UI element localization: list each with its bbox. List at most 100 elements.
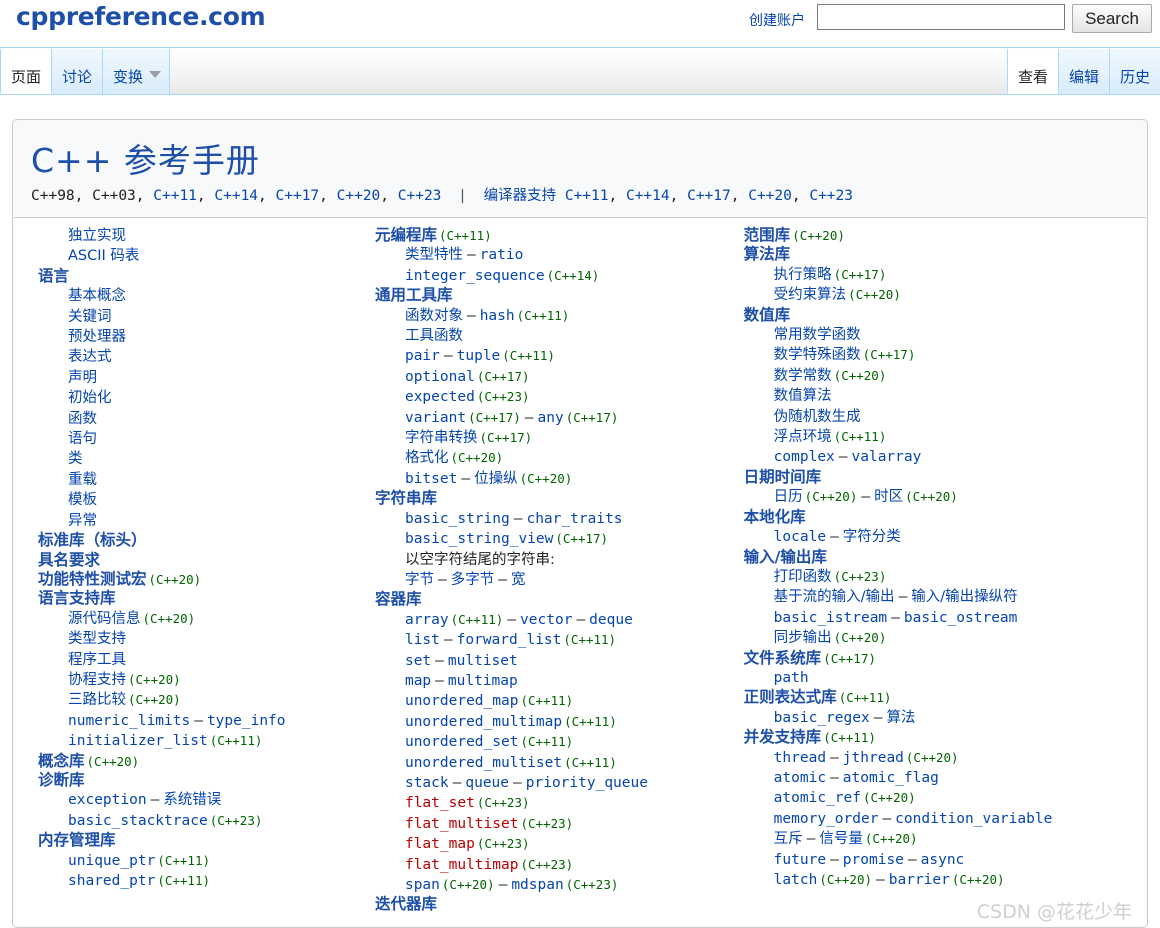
nav-link[interactable]: future bbox=[774, 852, 826, 868]
nav-link[interactable]: 字节 bbox=[405, 572, 434, 588]
nav-link[interactable]: atomic bbox=[774, 770, 826, 786]
tab-variants[interactable]: 变换 bbox=[102, 49, 171, 94]
nav-link[interactable]: ASCII 码表 bbox=[68, 248, 139, 264]
search-button[interactable]: Search bbox=[1072, 4, 1152, 33]
nav-link[interactable]: priority_queue bbox=[526, 775, 648, 791]
nav-link[interactable]: 初始化 bbox=[68, 390, 112, 406]
standard-Cpp20[interactable]: C++20 bbox=[337, 188, 381, 204]
nav-link[interactable]: expected bbox=[405, 389, 475, 405]
nav-link[interactable]: atomic_ref bbox=[774, 790, 861, 806]
nav-link[interactable]: flat_multiset bbox=[405, 816, 519, 832]
nav-link[interactable]: unordered_set bbox=[405, 734, 519, 750]
nav-link[interactable]: 基本概念 bbox=[68, 288, 126, 304]
nav-link[interactable]: 时区 bbox=[874, 489, 903, 505]
nav-link[interactable]: 表达式 bbox=[68, 349, 112, 365]
nav-link[interactable]: multiset bbox=[448, 653, 518, 669]
nav-link[interactable]: 互斥 bbox=[774, 831, 803, 847]
nav-link[interactable]: mdspan bbox=[511, 877, 563, 893]
nav-link[interactable]: span bbox=[405, 877, 440, 893]
nav-link[interactable]: deque bbox=[589, 612, 633, 628]
nav-link[interactable]: async bbox=[921, 852, 965, 868]
nav-link[interactable]: 声明 bbox=[68, 370, 97, 386]
nav-link[interactable]: 常用数学函数 bbox=[774, 327, 861, 343]
nav-link[interactable]: 格式化 bbox=[405, 450, 449, 466]
nav-link[interactable]: flat_set bbox=[405, 795, 475, 811]
standard-Cpp14[interactable]: C++14 bbox=[214, 188, 258, 204]
nav-link[interactable]: 关键词 bbox=[68, 309, 112, 325]
nav-link[interactable]: basic_istream bbox=[774, 610, 888, 626]
nav-section-heading[interactable]: 语言 bbox=[38, 267, 69, 285]
compiler-support-Cpp20[interactable]: C++20 bbox=[748, 188, 792, 204]
nav-link[interactable]: 字符串转换 bbox=[405, 430, 478, 446]
nav-link[interactable]: valarray bbox=[852, 449, 922, 465]
nav-link[interactable]: 输入/输出操纵符 bbox=[911, 589, 1017, 605]
search-input[interactable] bbox=[817, 4, 1065, 30]
nav-link[interactable]: 类 bbox=[68, 451, 83, 467]
nav-link[interactable]: condition_variable bbox=[895, 811, 1052, 827]
nav-section-heading[interactable]: 功能特性测试宏 bbox=[38, 570, 147, 588]
nav-link[interactable]: unordered_multimap bbox=[405, 714, 562, 730]
nav-link[interactable]: exception bbox=[68, 792, 147, 808]
nav-link[interactable]: flat_multimap bbox=[405, 857, 519, 873]
nav-link[interactable]: 类型特性 bbox=[405, 247, 463, 263]
site-logo[interactable]: cppreference.com bbox=[16, 2, 266, 31]
standard-Cpp17[interactable]: C++17 bbox=[276, 188, 320, 204]
nav-link[interactable]: 预处理器 bbox=[68, 329, 126, 345]
nav-link[interactable]: 三路比较 bbox=[68, 692, 126, 708]
compiler-support-Cpp17[interactable]: C++17 bbox=[687, 188, 731, 204]
tab-view[interactable]: 查看 bbox=[1006, 49, 1059, 94]
nav-link[interactable]: 函数对象 bbox=[405, 308, 463, 324]
nav-link[interactable]: 程序工具 bbox=[68, 652, 126, 668]
nav-link[interactable]: 位操纵 bbox=[474, 471, 518, 487]
tab-page[interactable]: 页面 bbox=[0, 49, 53, 94]
nav-link[interactable]: thread bbox=[774, 750, 826, 766]
nav-section-heading[interactable]: 通用工具库 bbox=[375, 286, 453, 304]
nav-section-heading[interactable]: 诊断库 bbox=[38, 771, 85, 789]
nav-link[interactable]: variant bbox=[405, 410, 466, 426]
nav-link[interactable]: stack bbox=[405, 775, 449, 791]
nav-link[interactable]: unique_ptr bbox=[68, 853, 155, 869]
nav-section-heading[interactable]: 内存管理库 bbox=[38, 831, 116, 849]
nav-section-heading[interactable]: 并发支持库 bbox=[744, 728, 822, 746]
nav-link[interactable]: any bbox=[538, 410, 564, 426]
nav-link[interactable]: 日历 bbox=[774, 489, 803, 505]
compiler-support-Cpp11[interactable]: C++11 bbox=[565, 188, 609, 204]
nav-link[interactable]: 伪随机数生成 bbox=[774, 409, 861, 425]
nav-link[interactable]: 语句 bbox=[68, 431, 97, 447]
nav-section-heading[interactable]: 迭代器库 bbox=[375, 895, 437, 913]
nav-link[interactable]: latch bbox=[774, 872, 818, 888]
standard-Cpp23[interactable]: C++23 bbox=[398, 188, 442, 204]
nav-link[interactable]: 打印函数 bbox=[774, 569, 832, 585]
nav-link[interactable]: 浮点环境 bbox=[774, 429, 832, 445]
nav-link[interactable]: vector bbox=[520, 612, 572, 628]
nav-link[interactable]: basic_string_view bbox=[405, 531, 553, 547]
nav-link[interactable]: 字符分类 bbox=[843, 529, 901, 545]
nav-link[interactable]: initializer_list bbox=[68, 733, 208, 749]
nav-section-heading[interactable]: 元编程库 bbox=[375, 226, 437, 244]
nav-link[interactable]: array bbox=[405, 612, 449, 628]
nav-link[interactable]: integer_sequence bbox=[405, 268, 545, 284]
nav-link[interactable]: basic_regex bbox=[774, 710, 870, 726]
tab-edit[interactable]: 编辑 bbox=[1057, 49, 1110, 94]
nav-link[interactable]: list bbox=[405, 632, 440, 648]
standard-Cpp11[interactable]: C++11 bbox=[153, 188, 197, 204]
compiler-support-Cpp23[interactable]: C++23 bbox=[809, 188, 853, 204]
nav-link[interactable]: char_traits bbox=[526, 511, 622, 527]
nav-link[interactable]: atomic_flag bbox=[843, 770, 939, 786]
nav-link[interactable]: 类型支持 bbox=[68, 631, 126, 647]
nav-link[interactable]: barrier bbox=[889, 872, 950, 888]
nav-link[interactable]: flat_map bbox=[405, 836, 475, 852]
nav-link[interactable]: memory_order bbox=[774, 811, 879, 827]
nav-link[interactable]: 异常 bbox=[68, 513, 97, 529]
nav-link[interactable]: path bbox=[774, 670, 809, 686]
compiler-support-link[interactable]: 编译器支持 bbox=[484, 188, 557, 204]
nav-section-heading[interactable]: 正则表达式库 bbox=[744, 688, 837, 706]
nav-link[interactable]: basic_ostream bbox=[904, 610, 1018, 626]
nav-link[interactable]: ratio bbox=[480, 247, 524, 263]
nav-section-heading[interactable]: 数值库 bbox=[744, 306, 791, 324]
nav-section-heading[interactable]: 概念库 bbox=[38, 752, 85, 770]
nav-link[interactable]: 基于流的输入/输出 bbox=[774, 589, 895, 605]
nav-section-heading[interactable]: 语言支持库 bbox=[38, 589, 116, 607]
nav-link[interactable]: shared_ptr bbox=[68, 873, 155, 889]
nav-link[interactable]: 同步输出 bbox=[774, 630, 832, 646]
